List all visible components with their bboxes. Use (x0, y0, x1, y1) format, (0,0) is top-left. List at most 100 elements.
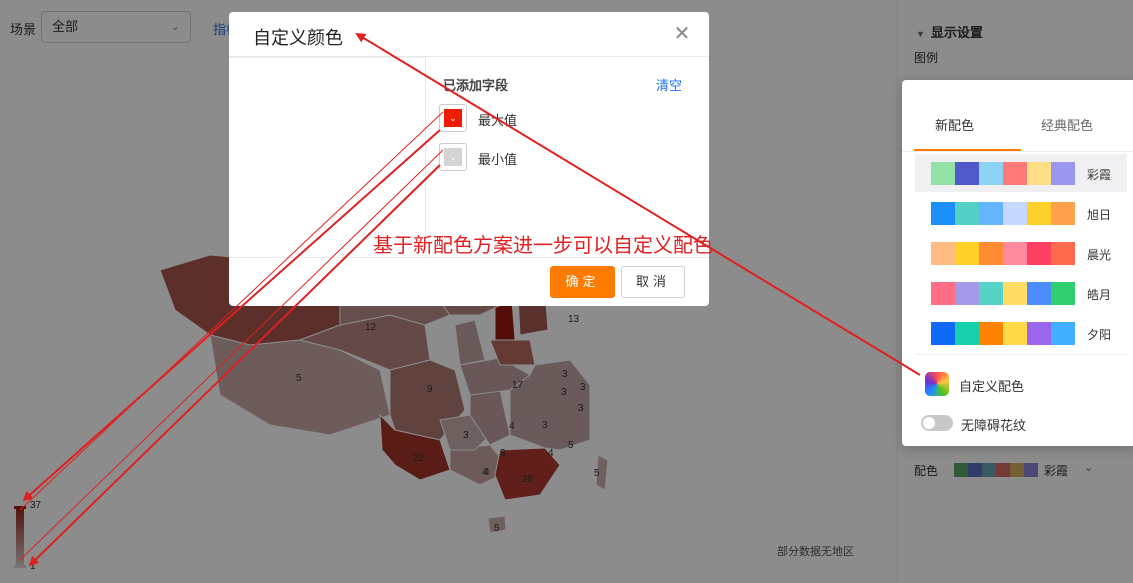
accessibility-pattern-toggle[interactable] (921, 415, 953, 431)
custom-color-modal: 自定义颜色 ✕ 已添加字段 清空 ⌄ 最大值 ⌄ 最小值 确定 取消 (229, 12, 709, 306)
clear-button[interactable]: 清空 (656, 75, 682, 94)
scheme-name: 皓月 (1087, 288, 1112, 302)
region-value-label: 3 (500, 448, 506, 459)
field-row: ⌄ 最小值 (439, 143, 639, 171)
scheme-swatch (979, 242, 1003, 265)
scheme-swatch (955, 322, 979, 345)
scheme-swatch (1027, 322, 1051, 345)
region-value-label: 3 (578, 403, 584, 414)
scheme-swatch (1003, 322, 1027, 345)
accessibility-pattern-label: 无障碍花纹 (961, 418, 1027, 433)
scheme-option[interactable]: 旭日 (915, 194, 1127, 232)
tab-new-scheme[interactable]: 新配色 (935, 115, 974, 134)
palette-swatch (982, 463, 996, 477)
cancel-button[interactable]: 取消 (621, 266, 685, 298)
region-value-label: 17 (512, 380, 524, 391)
toggle-knob (923, 417, 935, 429)
scheme-swatch (1027, 202, 1051, 225)
custom-color-option[interactable]: 自定义配色 (925, 372, 1125, 398)
scheme-swatch (1003, 282, 1027, 305)
legend-min-handle[interactable] (14, 565, 26, 568)
legend-min-value: 1 (30, 561, 36, 572)
region-value-label: 5 (296, 373, 302, 384)
scheme-swatch (979, 202, 1003, 225)
region-value-label: 3 (463, 430, 469, 441)
scheme-swatch (931, 322, 955, 345)
region-value-label: 3 (580, 382, 586, 393)
scheme-swatch (1027, 282, 1051, 305)
region-value-label: 4 (509, 421, 515, 432)
scene-select[interactable]: 全部 ⌄ (41, 11, 191, 43)
scheme-name: 夕阳 (1087, 328, 1112, 342)
color-legend-bar[interactable] (14, 506, 26, 568)
scheme-swatch (931, 202, 955, 225)
scene-select-value: 全部 (52, 19, 79, 34)
no-data-note: 部分数据无地区 (777, 546, 854, 558)
region-value-label: 3 (561, 387, 567, 398)
palette-name: 彩霞 (1044, 464, 1069, 478)
display-settings-title[interactable]: ▼ 显示设置 (916, 22, 983, 41)
added-fields-title: 已添加字段 (443, 78, 509, 93)
color-scheme-popover: 新配色 经典配色 彩霞旭日晨光皓月夕阳 自定义配色 无障碍花纹 (902, 80, 1133, 446)
map-region-shaanxi (454, 319, 486, 366)
legend-max-value: 37 (30, 500, 42, 511)
scheme-swatch (931, 162, 955, 185)
scheme-swatch (1051, 282, 1075, 305)
chevron-down-icon: ⌄ (444, 148, 462, 166)
color-wheel-icon (925, 372, 949, 396)
scheme-swatches (931, 242, 1075, 265)
region-value-label: 13 (568, 314, 580, 325)
scheme-swatch (1051, 202, 1075, 225)
active-tab-indicator (914, 149, 1021, 151)
scheme-swatch (1003, 202, 1027, 225)
scheme-option[interactable]: 夕阳 (915, 314, 1127, 352)
legend-max-handle[interactable] (14, 506, 26, 509)
scene-label: 场景 (10, 22, 37, 37)
divider (915, 354, 1127, 355)
scheme-option[interactable]: 晨光 (915, 234, 1127, 272)
region-value-label: 3 (542, 420, 548, 431)
scheme-swatch (931, 282, 955, 305)
palette-swatch (954, 463, 968, 477)
divider (425, 57, 426, 257)
scheme-name: 晨光 (1087, 248, 1112, 262)
scheme-swatch (955, 202, 979, 225)
scheme-tabs: 新配色 经典配色 (902, 80, 1133, 152)
annotation-text: 基于新配色方案进一步可以自定义配色 (373, 235, 713, 257)
field-label: 最小值 (478, 152, 518, 167)
custom-color-label: 自定义配色 (959, 379, 1025, 394)
legend-label: 图例 (914, 51, 939, 65)
scheme-option[interactable]: 皓月 (915, 274, 1127, 312)
palette-swatch (996, 463, 1010, 477)
scheme-swatch (979, 322, 1003, 345)
palette-swatch (1010, 463, 1024, 477)
scheme-name: 彩霞 (1087, 168, 1112, 182)
scheme-swatches (931, 162, 1075, 185)
color-picker-button[interactable]: ⌄ (439, 104, 467, 132)
scheme-swatch (955, 282, 979, 305)
divider (229, 57, 425, 58)
scheme-swatch (1027, 162, 1051, 185)
scheme-swatch (931, 242, 955, 265)
scheme-swatches (931, 322, 1075, 345)
region-value-label: 3 (562, 369, 568, 380)
scheme-swatches (931, 202, 1075, 225)
close-icon[interactable]: ✕ (672, 24, 692, 44)
color-picker-button[interactable]: ⌄ (439, 143, 467, 171)
scheme-swatch (979, 282, 1003, 305)
caret-down-icon: ▼ (916, 29, 925, 39)
scheme-swatch (1051, 322, 1075, 345)
region-value-label: 28 (522, 474, 534, 485)
palette-swatches (954, 463, 1038, 477)
scheme-swatch (1003, 162, 1027, 185)
palette-select[interactable]: 配色 彩霞 ⌄ (914, 460, 1124, 480)
scheme-option[interactable]: 彩霞 (915, 154, 1127, 192)
region-value-label: 4 (548, 448, 554, 459)
scheme-swatches (931, 282, 1075, 305)
scheme-swatch (1051, 242, 1075, 265)
confirm-button[interactable]: 确定 (550, 266, 615, 298)
modal-title: 自定义颜色 (253, 28, 343, 48)
field-row: ⌄ 最大值 (439, 104, 639, 132)
region-value-label: 4 (484, 467, 490, 478)
tab-classic-scheme[interactable]: 经典配色 (1041, 115, 1093, 134)
